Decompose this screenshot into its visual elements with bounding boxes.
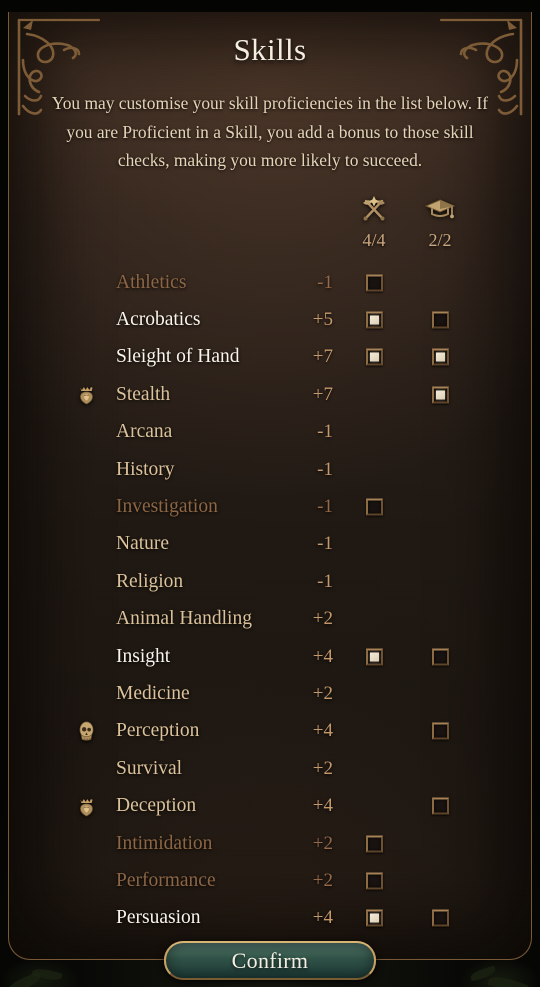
skill-name[interactable]: Sleight of Hand bbox=[116, 346, 239, 368]
graduation-cap-icon bbox=[410, 194, 470, 224]
skill-modifier: -1 bbox=[317, 458, 333, 480]
skills-panel: Skills You may customise your skill prof… bbox=[8, 12, 532, 960]
skill-row: History -1 bbox=[9, 451, 531, 488]
class-proficiency-checkbox[interactable] bbox=[366, 648, 383, 666]
skull-icon bbox=[75, 719, 97, 743]
skill-name[interactable]: Intimidation bbox=[116, 833, 212, 855]
skill-row: Survival +2 bbox=[9, 750, 531, 787]
skill-name[interactable]: Acrobatics bbox=[116, 309, 200, 331]
background-proficiency-checkbox[interactable] bbox=[432, 909, 449, 927]
class-proficiency-checkbox[interactable] bbox=[366, 348, 383, 366]
confirm-button[interactable]: Confirm bbox=[164, 941, 376, 980]
skill-row: Arcana -1 bbox=[9, 414, 531, 451]
skill-name[interactable]: Investigation bbox=[116, 496, 218, 518]
skill-row: Sleight of Hand +7 bbox=[9, 339, 531, 376]
skill-modifier: -1 bbox=[317, 421, 333, 443]
background-proficiency-count: 2/2 bbox=[428, 230, 452, 250]
skill-row: Stealth +7 bbox=[9, 376, 531, 413]
intro-text: You may customise your skill proficienci… bbox=[51, 93, 489, 170]
skill-row: Performance +2 bbox=[9, 862, 531, 899]
skill-name[interactable]: Religion bbox=[116, 571, 183, 593]
skills-list: Athletics -1 Acrobatics +5 Sleight of Hand +7… bbox=[9, 264, 531, 937]
skill-row: Acrobatics +5 bbox=[9, 301, 531, 338]
skill-modifier: +2 bbox=[312, 832, 333, 854]
skill-row: Intimidation +2 bbox=[9, 825, 531, 862]
column-header-background: 2/2 bbox=[410, 194, 470, 251]
skill-row: Animal Handling +2 bbox=[9, 601, 531, 638]
background-proficiency-checkbox[interactable] bbox=[432, 311, 449, 329]
crest-icon bbox=[75, 794, 97, 818]
skill-name[interactable]: Persuasion bbox=[116, 907, 201, 929]
skill-row: Investigation -1 bbox=[9, 488, 531, 525]
skill-modifier: -1 bbox=[317, 533, 333, 555]
skill-modifier: +2 bbox=[312, 757, 333, 779]
skill-modifier: +4 bbox=[312, 795, 333, 817]
background-proficiency-checkbox[interactable] bbox=[432, 797, 449, 815]
skill-name[interactable]: Medicine bbox=[116, 683, 190, 705]
skill-modifier: +7 bbox=[312, 383, 333, 405]
skill-name[interactable]: Performance bbox=[116, 870, 216, 892]
skill-row: Insight +4 bbox=[9, 638, 531, 675]
class-proficiency-checkbox[interactable] bbox=[366, 498, 383, 516]
skill-row: Deception +4 bbox=[9, 787, 531, 824]
game-screen: Skills You may customise your skill prof… bbox=[0, 0, 540, 987]
skill-name[interactable]: Perception bbox=[116, 720, 199, 742]
skill-row: Persuasion +4 bbox=[9, 900, 531, 937]
column-header-class: 4/4 bbox=[344, 194, 404, 251]
crest-icon bbox=[75, 383, 97, 407]
class-proficiency-checkbox[interactable] bbox=[366, 311, 383, 329]
skill-name[interactable]: Arcana bbox=[116, 421, 172, 443]
skill-name[interactable]: Insight bbox=[116, 646, 170, 668]
class-proficiency-checkbox[interactable] bbox=[366, 872, 383, 890]
class-proficiency-checkbox[interactable] bbox=[366, 835, 383, 853]
skill-modifier: +2 bbox=[312, 869, 333, 891]
background-proficiency-checkbox[interactable] bbox=[432, 348, 449, 366]
page-title: Skills bbox=[233, 32, 307, 67]
skill-row: Perception +4 bbox=[9, 713, 531, 750]
crossed-weapons-icon bbox=[344, 194, 404, 224]
skill-modifier: -1 bbox=[317, 496, 333, 518]
class-proficiency-checkbox[interactable] bbox=[366, 909, 383, 927]
skill-name[interactable]: History bbox=[116, 459, 175, 481]
skill-modifier: -1 bbox=[317, 570, 333, 592]
background-proficiency-checkbox[interactable] bbox=[432, 386, 449, 404]
skill-modifier: +2 bbox=[312, 608, 333, 630]
class-proficiency-count: 4/4 bbox=[362, 230, 386, 250]
column-headers: 4/4 2/2 bbox=[9, 194, 531, 266]
skill-row: Medicine +2 bbox=[9, 675, 531, 712]
skill-name[interactable]: Nature bbox=[116, 533, 169, 555]
confirm-button-label: Confirm bbox=[231, 947, 309, 973]
skill-name[interactable]: Survival bbox=[116, 758, 182, 780]
skill-modifier: +4 bbox=[312, 645, 333, 667]
background-proficiency-checkbox[interactable] bbox=[432, 648, 449, 666]
background-proficiency-checkbox[interactable] bbox=[432, 722, 449, 740]
skill-name[interactable]: Animal Handling bbox=[116, 608, 252, 630]
skill-modifier: +4 bbox=[312, 907, 333, 929]
class-proficiency-checkbox[interactable] bbox=[366, 274, 383, 292]
skill-modifier: +7 bbox=[312, 346, 333, 368]
skill-row: Religion -1 bbox=[9, 563, 531, 600]
skill-name[interactable]: Stealth bbox=[116, 384, 170, 406]
skill-row: Nature -1 bbox=[9, 526, 531, 563]
skill-row: Athletics -1 bbox=[9, 264, 531, 301]
skill-modifier: +2 bbox=[312, 682, 333, 704]
skill-modifier: -1 bbox=[317, 271, 333, 293]
skill-modifier: +5 bbox=[312, 309, 333, 331]
skill-name[interactable]: Athletics bbox=[116, 272, 186, 294]
skill-name[interactable]: Deception bbox=[116, 795, 196, 817]
skill-modifier: +4 bbox=[312, 720, 333, 742]
